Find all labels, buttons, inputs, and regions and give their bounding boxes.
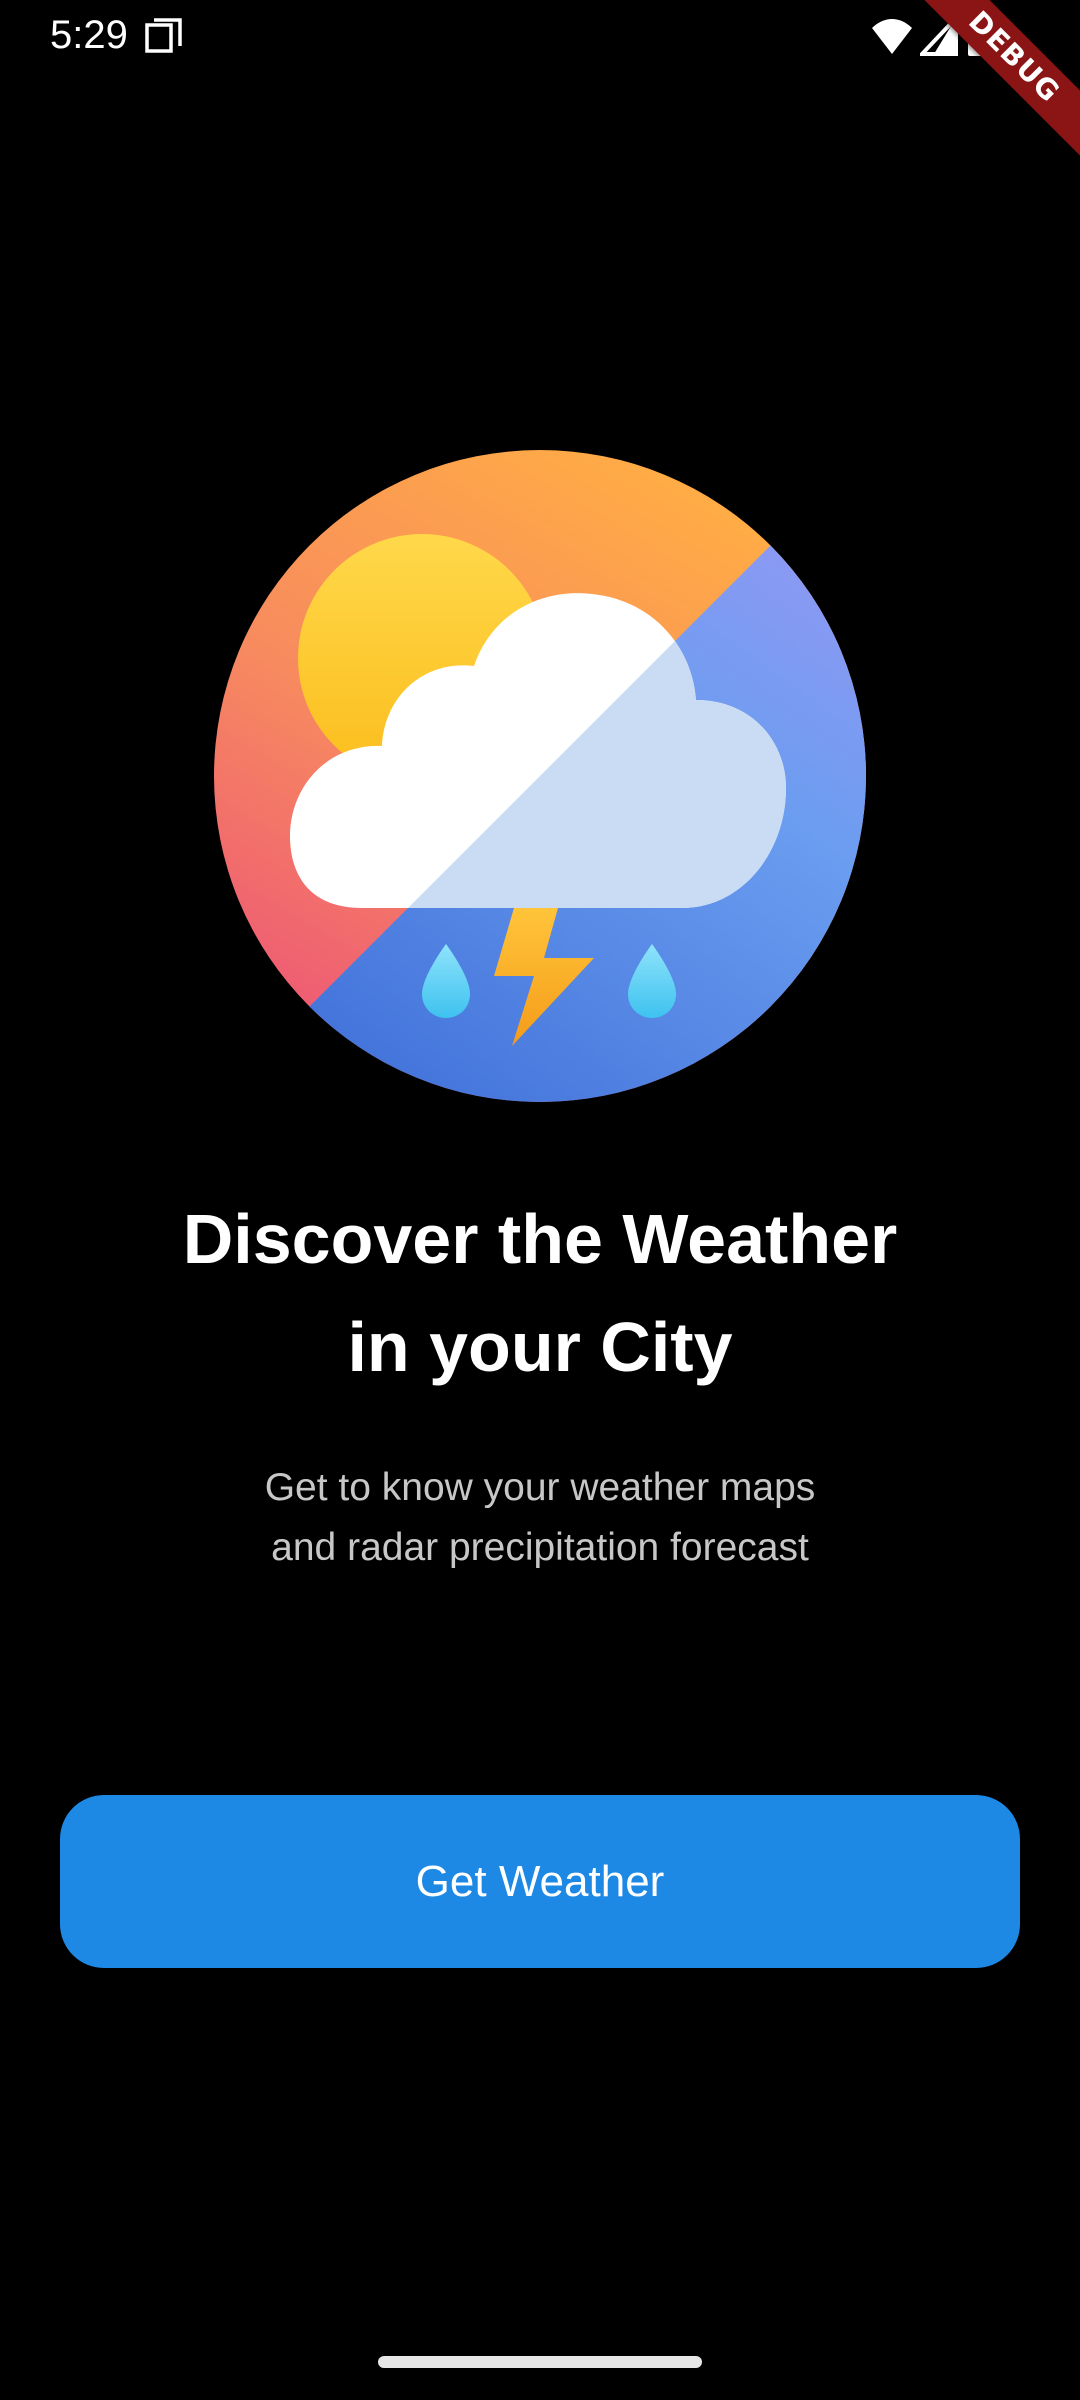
weather-illustration	[212, 448, 868, 1104]
screen-record-icon	[145, 18, 182, 53]
page-subtitle: Get to know your weather maps and radar …	[0, 1458, 1080, 1578]
home-indicator[interactable]	[378, 2356, 702, 2368]
debug-banner: DEBUG	[900, 0, 1080, 180]
page-title: Discover the Weather in your City	[0, 1185, 1080, 1401]
title-line-2: in your City	[347, 1308, 733, 1386]
weather-thunderstorm-icon	[214, 450, 866, 1102]
subtitle-line-2: and radar precipitation forecast	[271, 1526, 809, 1569]
title-line-1: Discover the Weather	[182, 1200, 898, 1278]
get-weather-button[interactable]: Get Weather	[60, 1795, 1020, 1968]
status-time: 5:29	[50, 13, 128, 57]
subtitle-line-1: Get to know your weather maps	[264, 1466, 816, 1509]
debug-banner-label: DEBUG	[900, 0, 1080, 173]
